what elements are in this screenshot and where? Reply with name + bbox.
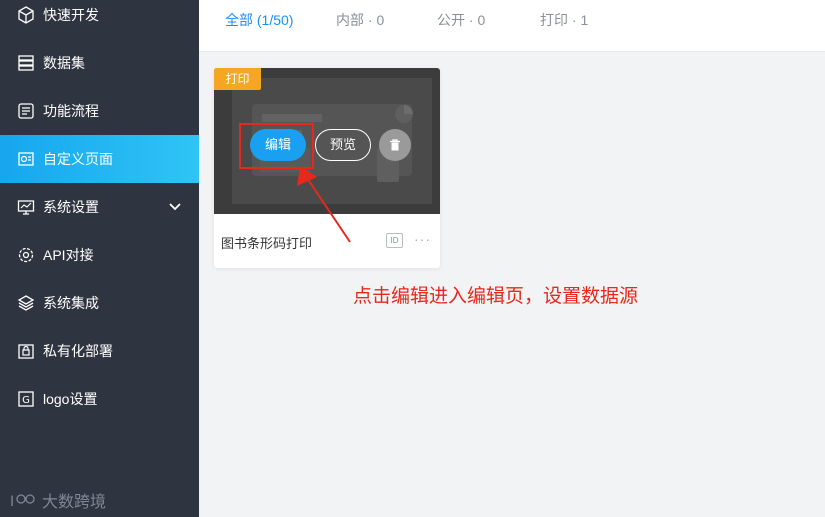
sidebar-item-system-settings[interactable]: 系统设置 xyxy=(0,183,199,231)
highlight-box xyxy=(239,123,314,169)
brand-logo-icon: I xyxy=(10,494,35,509)
card-title: 图书条形码打印 xyxy=(221,236,313,251)
sidebar-item-label: 系统集成 xyxy=(43,295,99,311)
sidebar-item-quick-dev[interactable]: 快速开发 xyxy=(0,0,199,39)
sidebar-item-label: 系统设置 xyxy=(43,199,99,215)
tab-public[interactable]: 公开 · 0 xyxy=(437,10,485,30)
sidebar-item-flow[interactable]: 功能流程 xyxy=(0,87,199,135)
more-menu[interactable]: ··· xyxy=(414,231,431,247)
sidebar-item-api[interactable]: API对接 xyxy=(0,231,199,279)
sidebar-item-logo-settings[interactable]: G logo设置 xyxy=(0,375,199,423)
monitor-icon xyxy=(17,198,35,216)
logo-frame-icon: G xyxy=(17,390,35,408)
sidebar-item-custom-page[interactable]: 自定义页面 xyxy=(0,135,199,183)
page-icon xyxy=(17,150,35,168)
brand-name: 大数跨境 xyxy=(42,494,107,511)
id-tag[interactable]: ID xyxy=(386,233,403,248)
flow-icon xyxy=(17,102,35,120)
tab-internal[interactable]: 内部 · 0 xyxy=(336,10,384,30)
svg-text:I: I xyxy=(10,494,14,509)
trash-icon xyxy=(390,139,400,151)
sidebar-item-label: 快速开发 xyxy=(43,7,99,23)
sidebar: 快速开发 数据集 功能流程 自定义页面 系统设置 API对接 系统集成 私有化部… xyxy=(0,0,199,517)
gear-icon xyxy=(17,246,35,264)
sidebar-item-label: logo设置 xyxy=(43,391,98,407)
database-icon xyxy=(17,54,35,72)
chevron-down-icon[interactable] xyxy=(168,200,182,214)
sidebar-item-label: 数据集 xyxy=(43,55,85,71)
sidebar-item-label: 功能流程 xyxy=(43,103,99,119)
preview-button[interactable]: 预览 xyxy=(315,129,371,161)
cube-icon xyxy=(17,6,35,24)
tab-all[interactable]: 全部 (1/50) xyxy=(225,10,293,30)
lock-icon xyxy=(17,342,35,360)
type-badge: 打印 xyxy=(214,68,261,90)
annotation-text: 点击编辑进入编辑页，设置数据源 xyxy=(353,286,639,307)
sidebar-item-dataset[interactable]: 数据集 xyxy=(0,39,199,87)
sidebar-item-label: API对接 xyxy=(43,247,94,263)
filter-tabs: 全部 (1/50) 内部 · 0 公开 · 0 打印 · 1 xyxy=(199,0,825,52)
layers-icon xyxy=(17,294,35,312)
sidebar-item-private-deploy[interactable]: 私有化部署 xyxy=(0,327,199,375)
sidebar-item-label: 私有化部署 xyxy=(43,343,113,359)
delete-button[interactable] xyxy=(379,129,411,161)
main-content: 全部 (1/50) 内部 · 0 公开 · 0 打印 · 1 打印 编辑 预览 xyxy=(199,0,825,517)
tab-print[interactable]: 打印 · 1 xyxy=(540,10,588,30)
svg-text:G: G xyxy=(22,395,30,406)
brand: I 大数跨境 xyxy=(10,488,106,512)
sidebar-item-integration[interactable]: 系统集成 xyxy=(0,279,199,327)
page-card[interactable]: 打印 编辑 预览 图书条形码打印 ID ··· xyxy=(214,68,440,268)
sidebar-item-label: 自定义页面 xyxy=(43,151,113,167)
card-thumbnail: 打印 编辑 预览 xyxy=(214,68,440,214)
